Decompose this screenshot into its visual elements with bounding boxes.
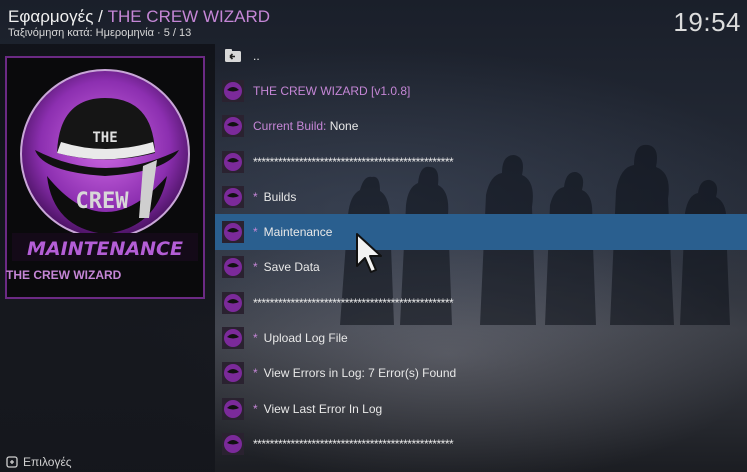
crew-wizard-icon <box>222 221 244 244</box>
crew-wizard-icon <box>222 397 244 420</box>
crew-wizard-icon <box>222 185 244 208</box>
breadcrumb-separator: / <box>93 7 108 26</box>
addon-version: [v1.0.8] <box>371 83 411 98</box>
crew-wizard-icon <box>222 362 244 385</box>
back-label: .. <box>253 48 260 63</box>
bullet: * <box>253 225 258 240</box>
list-item-separator[interactable]: ****************************************… <box>215 285 747 320</box>
list-item-view-errors[interactable]: * View Errors in Log: 7 Error(s) Found <box>215 356 747 391</box>
addon-name: THE CREW WIZARD <box>253 83 368 98</box>
crew-wizard-icon <box>222 327 244 350</box>
separator-line: ****************************************… <box>253 295 454 310</box>
options-icon <box>6 456 18 468</box>
current-build-label: Current Build: <box>253 119 327 134</box>
folder-back-icon <box>225 48 241 62</box>
info-panel: THE CREW MAINTENANCE THE CREW WIZARD Επι… <box>0 44 215 472</box>
list-item-maintenance[interactable]: * Maintenance <box>215 214 747 250</box>
svg-text:MAINTENANCE: MAINTENANCE <box>27 238 183 260</box>
save-data-label: Save Data <box>263 260 320 275</box>
options-label: Επιλογές <box>23 455 72 469</box>
crew-wizard-icon <box>222 432 244 455</box>
options-button[interactable]: Επιλογές <box>6 455 72 469</box>
list-item-separator[interactable]: ****************************************… <box>215 144 747 179</box>
separator-line: ****************************************… <box>253 154 454 169</box>
crew-wizard-icon <box>222 79 244 102</box>
breadcrumb: Εφαρμογές / THE CREW WIZARD <box>8 7 270 27</box>
list-item-builds[interactable]: * Builds <box>215 179 747 214</box>
bullet: * <box>253 331 258 346</box>
sort-info: Ταξινόμηση κατά: Ημερομηνία · 5 / 13 <box>8 27 192 39</box>
maintenance-label: Maintenance <box>263 225 333 240</box>
crew-wizard-icon <box>222 115 244 138</box>
bullet: * <box>253 189 258 204</box>
bullet: * <box>253 260 258 275</box>
crew-wizard-icon <box>222 256 244 279</box>
list-item-separator[interactable]: ****************************************… <box>215 426 747 461</box>
list-item-current-build[interactable]: Current Build: None <box>215 109 747 144</box>
view-errors-label: View Errors in Log: 7 Error(s) Found <box>263 366 457 381</box>
separator-line: ****************************************… <box>253 436 454 451</box>
svg-text:CREW: CREW <box>76 189 130 214</box>
list-item-view-last-error[interactable]: * View Last Error In Log <box>215 391 747 426</box>
current-build-value: None <box>329 119 359 134</box>
list-item-save-data[interactable]: * Save Data <box>215 250 747 285</box>
breadcrumb-root[interactable]: Εφαρμογές <box>8 7 93 26</box>
crew-wizard-icon <box>222 291 244 314</box>
builds-label: Builds <box>263 189 297 204</box>
bullet: * <box>253 401 258 416</box>
addon-menu-list: .. THE CREW WIZARD [v1.0.8] Current Buil… <box>215 38 747 462</box>
clock: 19:54 <box>673 7 741 37</box>
selected-item-title: THE CREW WIZARD <box>6 268 122 282</box>
list-item-upload-log[interactable]: * Upload Log File <box>215 320 747 355</box>
list-item-addon-name[interactable]: THE CREW WIZARD [v1.0.8] <box>215 73 747 108</box>
crew-wizard-icon <box>222 150 244 173</box>
bullet: * <box>253 366 258 381</box>
addon-thumbnail: THE CREW MAINTENANCE <box>5 56 205 299</box>
upload-log-label: Upload Log File <box>263 331 348 346</box>
list-item-back[interactable]: .. <box>215 38 747 73</box>
mouse-pointer-icon <box>356 233 382 273</box>
breadcrumb-current: THE CREW WIZARD <box>107 7 270 26</box>
svg-text:THE: THE <box>92 130 117 146</box>
view-last-error-label: View Last Error In Log <box>263 401 383 416</box>
